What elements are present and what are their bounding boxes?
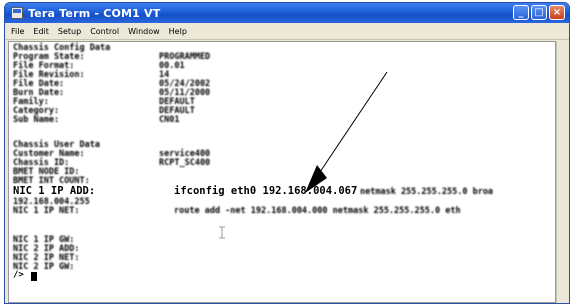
annotation-arrow-icon — [305, 71, 388, 193]
